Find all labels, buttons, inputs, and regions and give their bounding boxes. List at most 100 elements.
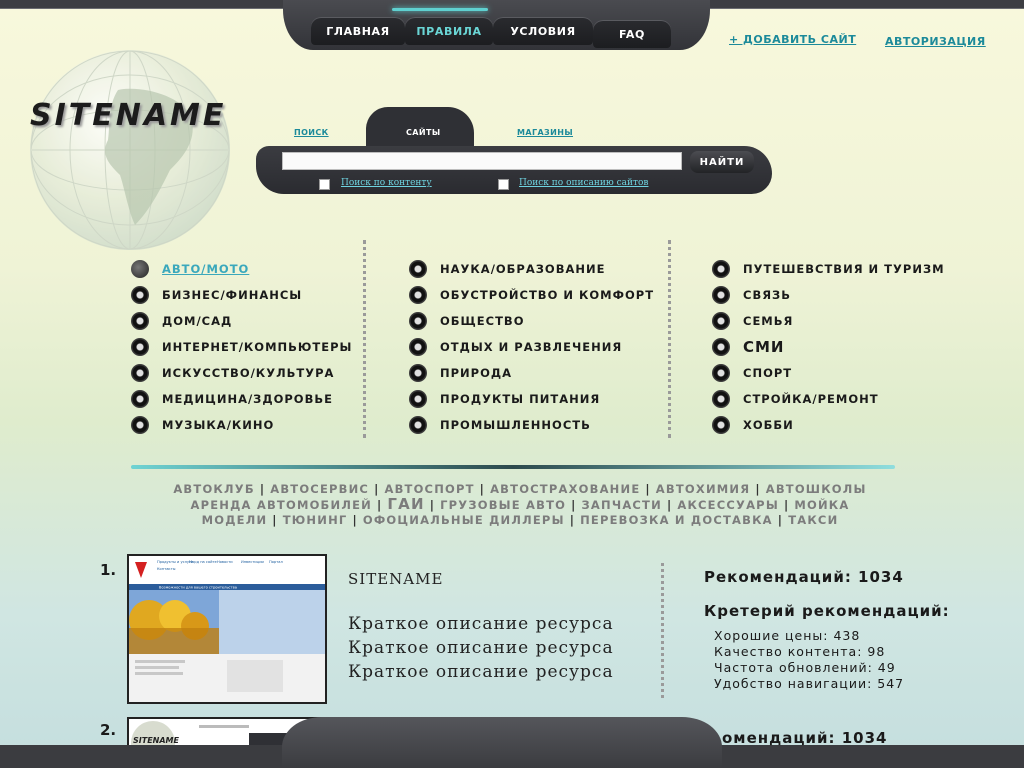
- category-item[interactable]: промышленность: [409, 412, 654, 438]
- search-tab-sites[interactable]: САЙТЫ: [406, 128, 441, 137]
- tag-link[interactable]: автохимия: [656, 482, 751, 496]
- category-item[interactable]: музыка/кино: [131, 412, 352, 438]
- category-label[interactable]: авто/мото: [162, 262, 249, 276]
- tag-link[interactable]: автоклуб: [173, 482, 254, 496]
- category-item[interactable]: семья: [712, 308, 945, 334]
- globe-image: [30, 50, 230, 250]
- tag-link[interactable]: автоспорт: [384, 482, 474, 496]
- category-item[interactable]: связь: [712, 282, 945, 308]
- tab-terms[interactable]: УСЛОВИЯ: [493, 17, 593, 45]
- category-label[interactable]: стройка/ремонт: [743, 392, 879, 406]
- bullet-icon: [131, 364, 149, 382]
- tag-separator: |: [479, 482, 486, 496]
- search-input[interactable]: [282, 152, 682, 170]
- thumb-nav-text: Морд на сайте: [189, 560, 218, 564]
- category-item[interactable]: бизнес/финансы: [131, 282, 352, 308]
- result-title[interactable]: SITENAME: [348, 570, 443, 588]
- category-label[interactable]: СМИ: [743, 338, 785, 356]
- subcategory-tags: автоклуб | автосервис | автоспорт | автострахо…: [140, 482, 900, 528]
- category-label[interactable]: дом/сад: [162, 314, 232, 328]
- add-site-link[interactable]: + ДОБАВИТЬ САЙТ: [729, 33, 856, 46]
- tag-link[interactable]: офоциальные диллеры: [363, 513, 565, 527]
- category-item[interactable]: хобби: [712, 412, 945, 438]
- tag-link[interactable]: автострахование: [490, 482, 640, 496]
- bullet-icon: [131, 416, 149, 434]
- category-item[interactable]: медицина/здоровье: [131, 386, 352, 412]
- footer-tray: [282, 717, 722, 768]
- category-item[interactable]: дом/сад: [131, 308, 352, 334]
- tag-separator: |: [352, 513, 358, 527]
- category-label[interactable]: музыка/кино: [162, 418, 274, 432]
- category-item[interactable]: путешевствия и туризм: [712, 256, 945, 282]
- category-item[interactable]: отдых и развлечения: [409, 334, 654, 360]
- tag-link[interactable]: грузовые авто: [440, 498, 566, 512]
- tab-rules[interactable]: ПРАВИЛА: [405, 17, 493, 45]
- category-label[interactable]: природа: [440, 366, 512, 380]
- bullet-icon: [409, 416, 427, 434]
- category-label[interactable]: отдых и развлечения: [440, 340, 622, 354]
- tab-home[interactable]: ГЛАВНАЯ: [311, 17, 405, 45]
- bullet-icon: [409, 260, 427, 278]
- search-content-label[interactable]: Поиск по контенту: [341, 178, 432, 188]
- bullet-icon: [712, 416, 730, 434]
- search-description-label[interactable]: Поиск по описанию сайтов: [519, 178, 648, 188]
- tag-link[interactable]: автосервис: [270, 482, 369, 496]
- category-label[interactable]: спорт: [743, 366, 792, 380]
- criteria-item: Хорошие цены: 438: [714, 628, 861, 643]
- search-content-checkbox[interactable]: [319, 179, 330, 190]
- category-label[interactable]: интернет/компьютеры: [162, 340, 352, 354]
- tab-faq[interactable]: FAQ: [593, 20, 671, 48]
- category-item[interactable]: стройка/ремонт: [712, 386, 945, 412]
- tag-link[interactable]: ГАИ: [387, 495, 424, 513]
- tag-link[interactable]: перевозка и доставка: [580, 513, 773, 527]
- tag-line-1: автоклуб | автосервис | автоспорт | автострахо…: [140, 482, 900, 497]
- tag-link[interactable]: мойка: [794, 498, 849, 512]
- category-label[interactable]: семья: [743, 314, 793, 328]
- tag-link[interactable]: тюнинг: [283, 513, 348, 527]
- tag-link[interactable]: запчасти: [582, 498, 662, 512]
- category-item[interactable]: общество: [409, 308, 654, 334]
- auth-link[interactable]: АВТОРИЗАЦИЯ: [885, 35, 986, 48]
- category-item[interactable]: продукты питания: [409, 386, 654, 412]
- thumb-tagline: Возможности для вашего строительства: [159, 586, 237, 590]
- tag-link[interactable]: аксессуары: [677, 498, 779, 512]
- category-label[interactable]: промышленность: [440, 418, 591, 432]
- category-item[interactable]: обустройство и комфорт: [409, 282, 654, 308]
- category-label[interactable]: связь: [743, 288, 791, 302]
- tag-line-3: модели | тюнинг | офоциальные диллеры | перево…: [140, 513, 900, 528]
- category-item[interactable]: спорт: [712, 360, 945, 386]
- category-item[interactable]: СМИ: [712, 334, 945, 360]
- category-label[interactable]: обустройство и комфорт: [440, 288, 654, 302]
- bullet-icon: [409, 312, 427, 330]
- category-label[interactable]: бизнес/финансы: [162, 288, 302, 302]
- tag-link[interactable]: такси: [788, 513, 838, 527]
- category-item[interactable]: наука/образование: [409, 256, 654, 282]
- tag-link[interactable]: модели: [202, 513, 268, 527]
- result-description: Краткое описание ресурса: [348, 614, 614, 634]
- search-tab-shops[interactable]: МАГАЗИНЫ: [517, 128, 573, 137]
- tag-link[interactable]: аренда автомобилей: [191, 498, 372, 512]
- bullet-icon: [712, 312, 730, 330]
- category-label[interactable]: путешевствия и туризм: [743, 262, 945, 276]
- section-divider: [131, 465, 895, 469]
- category-label[interactable]: искусство/культура: [162, 366, 334, 380]
- tag-link[interactable]: автошколы: [766, 482, 867, 496]
- search-button[interactable]: НАЙТИ: [690, 151, 754, 173]
- category-item[interactable]: природа: [409, 360, 654, 386]
- site-logo[interactable]: SITENAME: [30, 98, 226, 133]
- category-item[interactable]: искусство/культура: [131, 360, 352, 386]
- bullet-icon: [131, 338, 149, 356]
- category-label[interactable]: наука/образование: [440, 262, 605, 276]
- tag-separator: |: [374, 482, 380, 496]
- category-item[interactable]: интернет/компьютеры: [131, 334, 352, 360]
- category-label[interactable]: медицина/здоровье: [162, 392, 333, 406]
- category-label[interactable]: общество: [440, 314, 524, 328]
- category-label[interactable]: продукты питания: [440, 392, 600, 406]
- bullet-icon: [712, 364, 730, 382]
- search-tab-search[interactable]: ПОИСК: [294, 128, 329, 137]
- thumb-nav-text: Контакты: [157, 567, 176, 571]
- category-label[interactable]: хобби: [743, 418, 794, 432]
- search-description-checkbox[interactable]: [498, 179, 509, 190]
- category-item[interactable]: авто/мото: [131, 256, 352, 282]
- result-thumbnail[interactable]: Продукты и услуги Морд на сайте Новости …: [127, 554, 327, 704]
